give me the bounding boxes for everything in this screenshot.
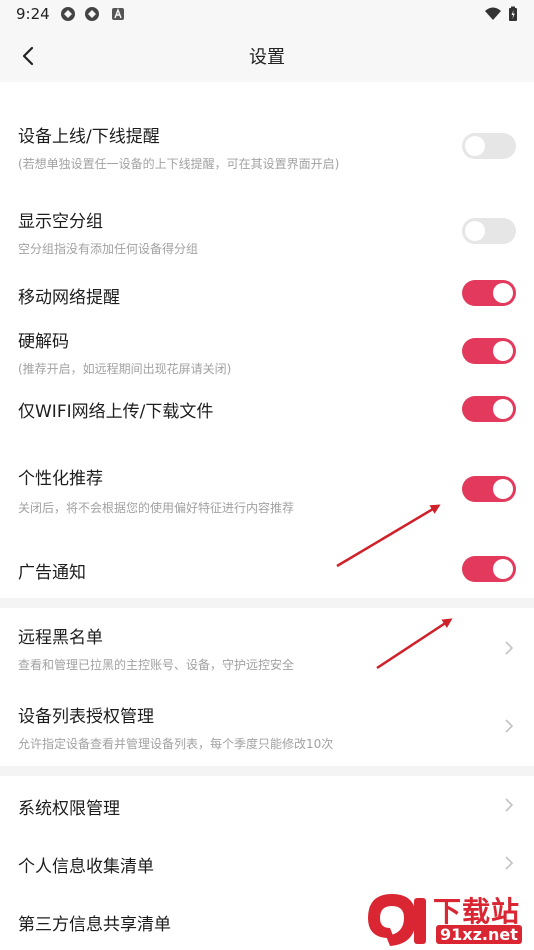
wifi-icon — [485, 7, 501, 20]
battery-icon — [509, 6, 517, 21]
setting-subtitle: 允许指定设备查看并管理设备列表，每个季度只能修改10次 — [18, 737, 334, 751]
setting-subtitle: (若想单独设置任一设备的上下线提醒，可在其设置界面开启) — [18, 157, 340, 171]
show-empty-group-toggle[interactable] — [462, 218, 516, 244]
chevron-right-icon — [505, 798, 514, 812]
chevron-right-icon — [505, 856, 514, 870]
setting-subtitle: 空分组指没有添加任何设备得分组 — [18, 242, 199, 256]
section-divider — [0, 766, 534, 776]
setting-title: 个性化推荐 — [18, 469, 103, 489]
app-bar: 设置 — [0, 28, 534, 82]
toggle-knob — [493, 399, 513, 419]
toggle-knob — [493, 341, 513, 361]
setting-row-hardware-decode[interactable]: 硬解码 (推荐开启，如远程期间出现花屏请关闭) — [0, 318, 534, 380]
device-online-toggle[interactable] — [462, 133, 516, 159]
setting-title: 个人信息收集清单 — [18, 857, 154, 877]
watermark-logo-icon — [368, 894, 426, 946]
setting-title: 远程黑名单 — [18, 628, 103, 648]
personal-info-list-item[interactable]: 个人信息收集清单 — [0, 838, 534, 890]
setting-title: 第三方信息共享清单 — [18, 915, 171, 935]
setting-row-ad-notice[interactable]: 广告通知 — [0, 546, 534, 592]
watermark-brand: 下载站 — [433, 895, 521, 928]
chevron-right-icon — [505, 719, 514, 733]
page-title: 设置 — [249, 47, 285, 68]
setting-title: 硬解码 — [18, 332, 69, 352]
toggle-knob — [493, 559, 513, 579]
app-notification-icon-2 — [85, 7, 99, 21]
setting-title: 仅WIFI网络上传/下载文件 — [18, 402, 214, 422]
hardware-decode-toggle[interactable] — [462, 338, 516, 364]
setting-title: 设备列表授权管理 — [18, 707, 154, 727]
setting-subtitle: 关闭后，将不会根据您的使用偏好特征进行内容推荐 — [18, 501, 295, 515]
personalized-toggle[interactable] — [462, 476, 516, 502]
setting-row-wifi-only[interactable]: 仅WIFI网络上传/下载文件 — [0, 386, 534, 432]
setting-title: 显示空分组 — [18, 212, 103, 232]
watermark-url: 91xz.net — [436, 925, 522, 944]
setting-row-show-empty-group[interactable]: 显示空分组 空分组指没有添加任何设备得分组 — [0, 196, 534, 266]
ad-notice-toggle[interactable] — [462, 556, 516, 582]
toggle-knob — [465, 221, 485, 241]
chevron-right-icon — [505, 641, 514, 655]
mobile-network-toggle[interactable] — [462, 280, 516, 306]
section-divider — [0, 598, 534, 608]
toggle-knob — [465, 136, 485, 156]
app-notification-icon — [61, 7, 75, 21]
remote-blacklist-item[interactable]: 远程黑名单 查看和管理已拉黑的主控账号、设备，守护远控安全 — [0, 612, 534, 682]
status-time: 9:24 — [16, 5, 50, 23]
wifi-only-toggle[interactable] — [462, 396, 516, 422]
setting-title: 广告通知 — [18, 563, 86, 583]
a-notification-icon — [112, 8, 124, 20]
setting-title: 设备上线/下线提醒 — [18, 127, 160, 147]
setting-title: 系统权限管理 — [18, 799, 120, 819]
setting-title: 移动网络提醒 — [18, 288, 120, 308]
toggle-knob — [493, 479, 513, 499]
setting-subtitle: (推荐开启，如远程期间出现花屏请关闭) — [18, 362, 232, 376]
system-permission-item[interactable]: 系统权限管理 — [0, 780, 534, 832]
status-bar: 9:24 — [0, 0, 534, 28]
device-list-auth-item[interactable]: 设备列表授权管理 允许指定设备查看并管理设备列表，每个季度只能修改10次 — [0, 690, 534, 762]
setting-subtitle: 查看和管理已拉黑的主控账号、设备，守护远控安全 — [18, 658, 295, 672]
setting-row-mobile-network[interactable]: 移动网络提醒 — [0, 272, 534, 316]
setting-row-device-online[interactable]: 设备上线/下线提醒 (若想单独设置任一设备的上下线提醒，可在其设置界面开启) — [0, 108, 534, 186]
toggle-knob — [493, 283, 513, 303]
setting-row-personalized[interactable]: 个性化推荐 关闭后，将不会根据您的使用偏好特征进行内容推荐 — [0, 452, 534, 524]
